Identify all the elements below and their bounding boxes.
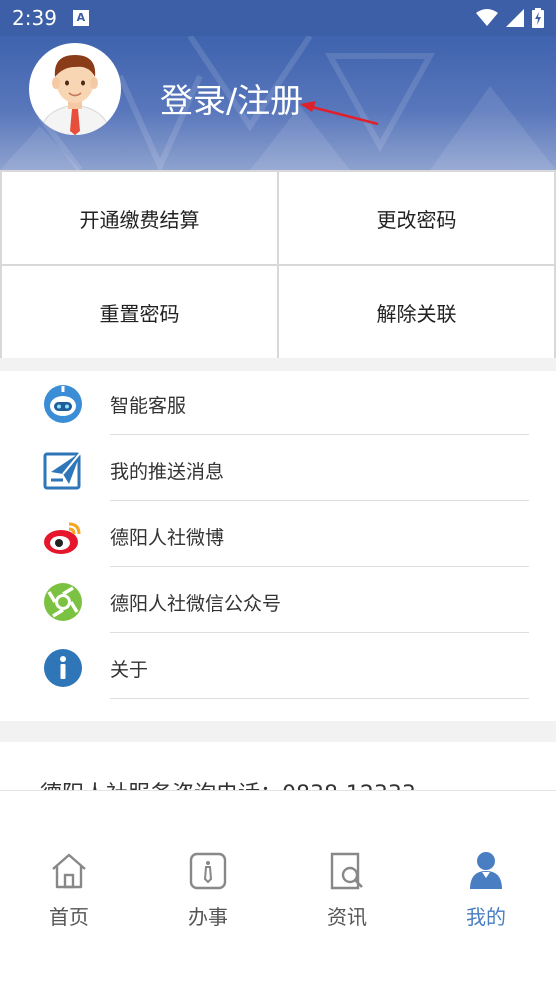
info-icon <box>44 649 82 687</box>
home-icon <box>52 853 86 889</box>
tab-news[interactable]: 资讯 <box>297 851 397 931</box>
divider <box>110 566 529 567</box>
menu-item-push-messages-label: 我的推送消息 <box>110 461 225 483</box>
tie-icon <box>189 852 227 890</box>
menu-item-weibo[interactable]: 德阳人社微博 <box>0 503 556 567</box>
reset-password-button[interactable]: 重置密码 <box>2 266 277 358</box>
login-register-link[interactable]: 登录/注册 <box>160 74 303 122</box>
tab-mine[interactable]: 我的 <box>436 851 536 931</box>
reset-password-label: 重置密码 <box>99 301 180 326</box>
paper-plane-icon <box>43 451 82 490</box>
menu-item-smart-service-label: 智能客服 <box>110 395 187 417</box>
robot-icon <box>44 385 82 423</box>
unlink-label: 解除关联 <box>376 301 457 326</box>
battery-charging-icon <box>532 8 544 28</box>
menu-item-weibo-label: 德阳人社微博 <box>110 527 225 549</box>
status-time: 2:39 <box>12 6 57 30</box>
change-password-button[interactable]: 更改密码 <box>279 172 554 264</box>
search-document-icon <box>330 852 363 890</box>
annotation-arrow-icon <box>300 101 379 126</box>
menu-item-wechat-official-label: 德阳人社微信公众号 <box>110 593 282 615</box>
unlink-button[interactable]: 解除关联 <box>279 266 554 358</box>
service-phone-text: 德阳人社服务咨询电话：0838-12333 <box>40 776 416 790</box>
tab-affairs-label: 办事 <box>188 905 228 929</box>
person-icon <box>470 852 502 889</box>
menu-list: 智能客服 我的推送消息 德阳人社微博 德阳人社微信公众号 关于 <box>0 371 556 721</box>
open-payment-settlement-label: 开通缴费结算 <box>79 207 200 232</box>
service-info: 德阳人社服务咨询电话：0838-12333 <box>0 742 556 790</box>
menu-item-about[interactable]: 关于 <box>0 635 556 699</box>
wifi-icon <box>476 9 498 26</box>
divider <box>110 698 529 699</box>
menu-item-push-messages[interactable]: 我的推送消息 <box>0 437 556 501</box>
weibo-icon <box>44 522 81 554</box>
tab-affairs[interactable]: 办事 <box>158 851 258 931</box>
camera-aperture-icon <box>44 583 82 621</box>
divider <box>110 434 529 435</box>
profile-header: 登录/注册 <box>0 36 556 170</box>
change-password-label: 更改密码 <box>376 207 457 232</box>
menu-item-smart-service[interactable]: 智能客服 <box>0 371 556 435</box>
tab-mine-label: 我的 <box>466 905 506 929</box>
status-bar: 2:39 A <box>0 0 556 36</box>
bottom-navigation: 首页 办事 资讯 我的 <box>0 790 556 988</box>
tab-home[interactable]: 首页 <box>19 851 119 931</box>
signal-icon <box>506 9 524 27</box>
a-letter-icon: A <box>72 10 89 26</box>
divider <box>110 500 529 501</box>
menu-item-wechat-official[interactable]: 德阳人社微信公众号 <box>0 569 556 633</box>
status-icons <box>476 8 544 28</box>
divider <box>110 632 529 633</box>
open-payment-settlement-button[interactable]: 开通缴费结算 <box>2 172 277 264</box>
tab-home-label: 首页 <box>49 905 89 929</box>
action-grid: 开通缴费结算 更改密码 重置密码 解除关联 <box>0 170 556 358</box>
menu-item-about-label: 关于 <box>110 659 149 681</box>
user-avatar-icon[interactable] <box>29 43 121 135</box>
tab-news-label: 资讯 <box>327 905 367 929</box>
